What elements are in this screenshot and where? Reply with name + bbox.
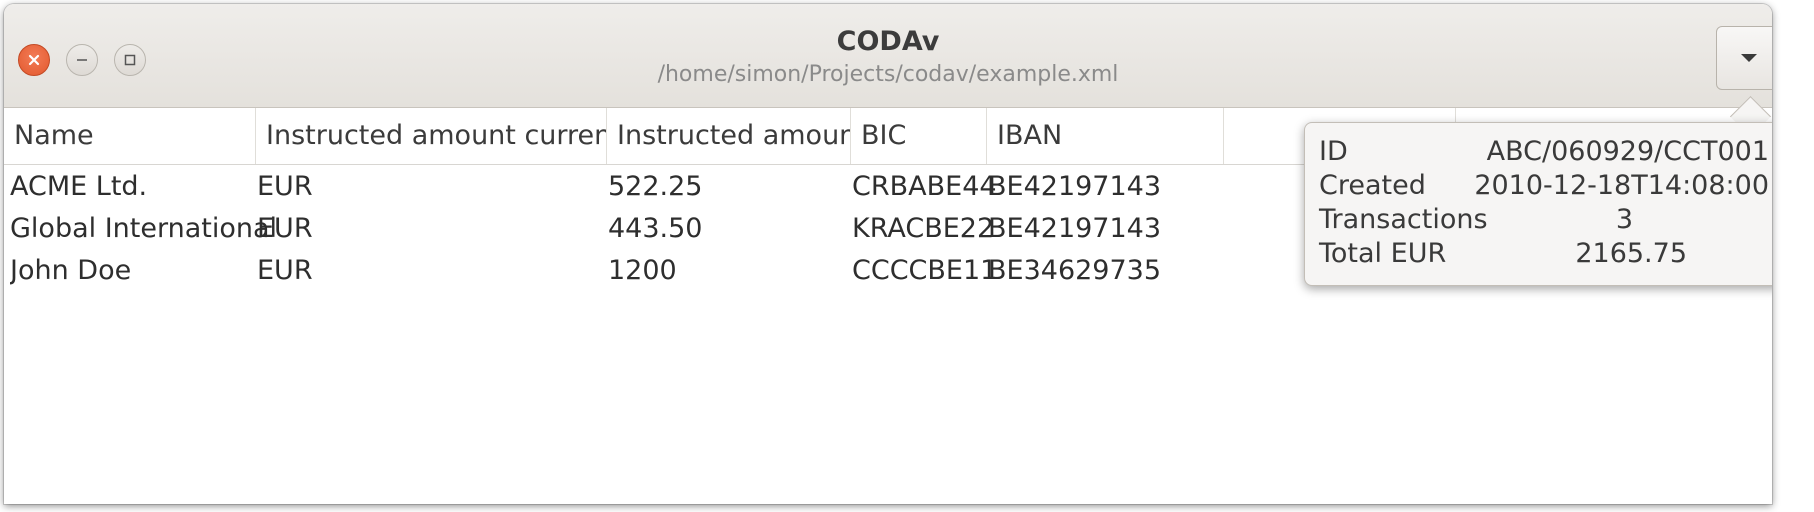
column-header-currency[interactable]: Instructed amount currency [256, 108, 607, 164]
column-header-iban[interactable]: IBAN [987, 108, 1224, 164]
cell-bic: CCCCBE11 [852, 255, 998, 286]
column-header-amount[interactable]: Instructed amount [607, 108, 851, 164]
summary-total-label: Total EUR [1319, 238, 1447, 269]
summary-total-value: 2165.75 [1575, 238, 1687, 269]
app-window: CODAv /home/simon/Projects/codav/example… [4, 4, 1772, 504]
menu-button[interactable] [1716, 26, 1772, 90]
cell-currency: EUR [257, 171, 313, 202]
window-title: CODAv [836, 26, 940, 57]
cell-amount: 443.50 [608, 213, 703, 244]
cell-bic: CRBABE44 [852, 171, 997, 202]
summary-created-value: 2010-12-18T14:08:00 [1474, 170, 1769, 201]
summary-transactions-value: 3 [1615, 204, 1633, 235]
column-header-name[interactable]: Name [4, 108, 256, 164]
title-bar: CODAv /home/simon/Projects/codav/example… [4, 4, 1772, 108]
column-header-bic[interactable]: BIC [851, 108, 987, 164]
cell-iban: BE42197143 [988, 213, 1162, 244]
cell-name: John Doe [10, 255, 132, 286]
summary-popover: ID ABC/060929/CCT001 Created 2010-12-18T… [1304, 122, 1772, 286]
cell-name: ACME Ltd. [10, 171, 148, 202]
cell-bic: KRACBE22 [852, 213, 995, 244]
chevron-down-icon [1741, 54, 1757, 62]
cell-iban: BE34629735 [988, 255, 1162, 286]
summary-transactions-label: Transactions [1319, 204, 1488, 235]
cell-currency: EUR [257, 255, 313, 286]
summary-created-label: Created [1319, 170, 1426, 201]
cell-amount: 1200 [608, 255, 677, 286]
summary-id-value: ABC/060929/CCT001 [1486, 136, 1769, 167]
cell-name: Global International [10, 213, 278, 244]
window-subtitle: /home/simon/Projects/codav/example.xml [657, 62, 1119, 87]
summary-id-label: ID [1319, 136, 1348, 167]
cell-amount: 522.25 [608, 171, 703, 202]
cell-iban: BE42197143 [988, 171, 1162, 202]
cell-currency: EUR [257, 213, 313, 244]
